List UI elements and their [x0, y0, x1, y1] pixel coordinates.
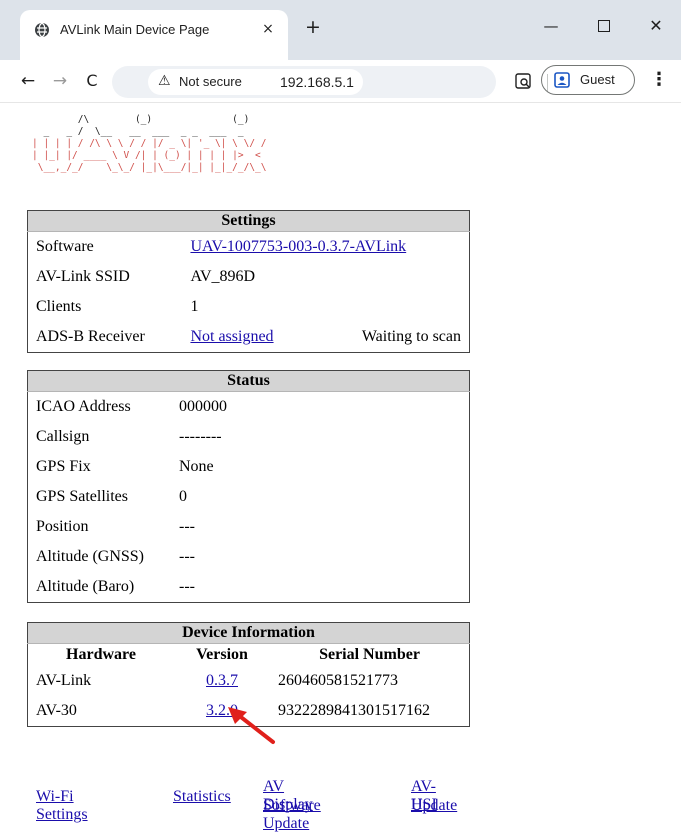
ssid-value: AV_896D: [190, 268, 256, 285]
table-row: GPS Satellites 0: [28, 482, 470, 512]
software-version-link[interactable]: UAV-1007753-003-0.3.7-AVLink: [190, 238, 406, 255]
table-row: Altitude (Baro) ---: [28, 572, 470, 603]
column-header: Hardware: [66, 646, 136, 663]
settings-label: Clients: [36, 298, 82, 315]
tab-title: AVLink Main Device Page: [60, 22, 210, 37]
clients-value: 1: [190, 298, 199, 315]
table-row: ICAO Address 000000: [28, 392, 470, 423]
table-row: Altitude (GNSS) ---: [28, 542, 470, 572]
table-row: Callsign --------: [28, 422, 470, 452]
table-row: Clients 1: [28, 292, 470, 322]
status-caption: Status: [27, 370, 470, 392]
status-value: None: [179, 458, 214, 475]
guest-profile-button[interactable]: Guest: [541, 65, 635, 95]
logo-line: /\ (_) (_): [32, 114, 250, 125]
settings-label: AV-Link SSID: [36, 268, 130, 285]
status-table: Status ICAO Address 000000 Callsign ------…: [27, 370, 470, 603]
serial-number: 260460581521773: [278, 672, 398, 689]
device-info-caption: Device Information: [27, 622, 470, 644]
status-label: ICAO Address: [36, 398, 131, 415]
status-label: Position: [36, 518, 89, 535]
back-arrow-icon[interactable]: ←: [16, 69, 40, 93]
more-menu-icon[interactable]: ⋮: [650, 68, 668, 92]
profile-icon: [554, 72, 570, 88]
logo-line: _ _ / \__ __ ___ _ _ ___ _: [32, 126, 244, 137]
hsi-update-link-line2[interactable]: Update: [411, 797, 457, 815]
table-row: Software UAV-1007753-003-0.3.7-AVLink: [28, 232, 470, 263]
browser-toolbar: ← → C ⚠ Not secure 192.168.5.1 Guest ⋮: [0, 60, 681, 103]
close-tab-icon[interactable]: ×: [258, 19, 278, 39]
wifi-settings-link[interactable]: Wi-Fi Settings: [36, 788, 88, 824]
status-value: ---: [179, 518, 195, 535]
browser-tab[interactable]: AVLink Main Device Page ×: [20, 10, 288, 60]
avlink-version-link[interactable]: 0.3.7: [206, 672, 238, 689]
table-row: Position ---: [28, 512, 470, 542]
logo-line: | | | | / /\ \ \ / / |/ _ \| '_ \| \ \/ …: [32, 138, 267, 149]
table-row: GPS Fix None: [28, 452, 470, 482]
not-secure-label: Not secure: [179, 74, 242, 89]
column-header: Version: [196, 646, 248, 663]
status-label: GPS Fix: [36, 458, 91, 475]
logo-line: | |_| |/ ____ \ V /| | (_) | | | | |> <: [32, 150, 261, 161]
warning-triangle-icon: ⚠: [158, 73, 171, 89]
maximize-icon[interactable]: [589, 14, 619, 38]
settings-label: ADS-B Receiver: [36, 328, 145, 345]
statistics-link[interactable]: Statistics: [173, 788, 231, 806]
logo-line: \__,_/_/ \_\_/ |_|\___/|_| |_|_/_/\_\: [32, 162, 267, 173]
adsb-scan-status: Waiting to scan: [361, 328, 461, 345]
status-label: Altitude (Baro): [36, 578, 135, 595]
minimize-icon[interactable]: —: [536, 14, 566, 38]
hardware-name: AV-Link: [36, 672, 92, 689]
table-row: AV-Link 0.3.7 260460581521773: [28, 666, 470, 696]
guest-label: Guest: [580, 72, 615, 87]
status-value: 000000: [179, 398, 227, 415]
status-value: --------: [179, 428, 222, 445]
window-close-icon[interactable]: ✕: [641, 14, 671, 38]
settings-table: Settings Software UAV-1007753-003-0.3.7-…: [27, 210, 470, 353]
settings-label: Software: [36, 238, 94, 255]
status-value: ---: [179, 578, 195, 595]
google-lens-icon[interactable]: [515, 73, 531, 89]
red-arrow-annotation-icon: [228, 707, 275, 744]
display-update-link-line2[interactable]: Software Update: [263, 797, 321, 833]
status-label: Altitude (GNSS): [36, 548, 144, 565]
reload-icon[interactable]: C: [80, 69, 104, 93]
column-header: Serial Number: [319, 646, 420, 663]
adsb-receiver-link[interactable]: Not assigned: [190, 328, 273, 345]
status-label: GPS Satellites: [36, 488, 129, 505]
browser-tab-strip: AVLink Main Device Page × + — ✕: [0, 0, 681, 60]
table-row: AV-Link SSID AV_896D: [28, 262, 470, 292]
avionix-ascii-logo: /\ (_) (_) _ _ / \__ __ ___ _ _ ___ _ | …: [32, 114, 267, 174]
status-value: ---: [179, 548, 195, 565]
globe-icon: [35, 22, 49, 38]
status-value: 0: [179, 488, 187, 505]
new-tab-button[interactable]: +: [302, 16, 324, 38]
hardware-name: AV-30: [36, 702, 77, 719]
forward-arrow-icon[interactable]: →: [48, 69, 72, 93]
settings-caption: Settings: [27, 210, 470, 232]
table-row: ADS-B Receiver Not assigned Waiting to s…: [28, 322, 470, 353]
address-bar[interactable]: ⚠ Not secure 192.168.5.1: [112, 66, 496, 98]
status-label: Callsign: [36, 428, 90, 445]
serial-number: 9322289841301517162: [278, 702, 430, 719]
url-text[interactable]: 192.168.5.1: [280, 74, 354, 90]
